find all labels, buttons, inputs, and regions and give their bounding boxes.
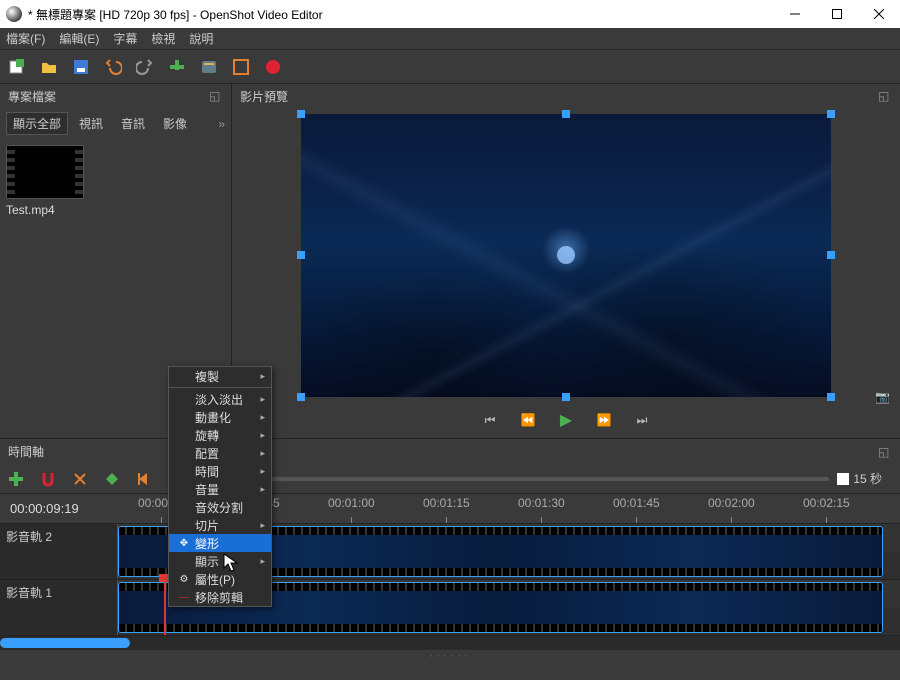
fast-forward-icon[interactable]: ⏩ (596, 413, 612, 427)
maximize-button[interactable] (816, 0, 858, 28)
undock-icon[interactable]: ◱ (209, 89, 223, 103)
ctx-layout[interactable]: 配置 (169, 444, 271, 462)
fullscreen-icon[interactable] (232, 58, 250, 76)
undock-preview-icon[interactable]: ◱ (878, 89, 892, 103)
transform-handle[interactable] (827, 110, 835, 118)
track-row: 影音軌 1 (0, 580, 900, 636)
undock-timeline-icon[interactable]: ◱ (878, 445, 892, 459)
timeline-title: 時間軸 (8, 443, 44, 460)
video-preview[interactable] (301, 114, 831, 397)
ctx-display[interactable]: 顯示 (169, 552, 271, 570)
track-row: 影音軌 2 (0, 524, 900, 580)
mouse-cursor-icon (223, 553, 239, 576)
project-files-title: 專案檔案 (8, 88, 56, 105)
marker-icon[interactable] (104, 471, 120, 487)
prev-marker-icon[interactable] (136, 471, 152, 487)
add-track-icon[interactable] (8, 471, 24, 487)
snap-icon[interactable] (40, 471, 56, 487)
timeline-scrollbar[interactable] (0, 636, 900, 650)
ctx-properties[interactable]: ⚙屬性(P) (169, 570, 271, 588)
rewind-icon[interactable]: ⏪ (520, 413, 536, 427)
ruler-tick-label: 00:01:45 (613, 496, 660, 510)
ctx-remove-clip[interactable]: —移除剪輯 (169, 588, 271, 606)
ruler-tick-label: 00:01:30 (518, 496, 565, 510)
file-name-label: Test.mp4 (6, 203, 84, 217)
tab-show-all[interactable]: 顯示全部 (6, 112, 68, 135)
zoom-slider[interactable] (178, 477, 829, 481)
minimize-button[interactable] (774, 0, 816, 28)
play-icon[interactable]: ▶ (558, 410, 574, 430)
minus-icon: — (177, 592, 191, 603)
undo-icon[interactable] (104, 58, 122, 76)
window-title: * 無標題專案 [HD 720p 30 fps] - OpenShot Vide… (28, 6, 774, 23)
ruler-tick-label: 00:01:00 (328, 496, 375, 510)
zoom-level-label: 15 秒 (853, 470, 882, 487)
zoom-indicator-icon (837, 473, 849, 485)
ctx-time[interactable]: 時間 (169, 462, 271, 480)
playhead-timecode: 00:00:09:19 (0, 494, 118, 523)
timeline-toolbar: 15 秒 (0, 464, 900, 494)
transport-controls: ⏮ ⏪ ▶ ⏩ ⏭ (232, 402, 900, 438)
transform-handle[interactable] (827, 393, 835, 401)
timeline-tracks: 影音軌 2 影音軌 1 ······ (0, 524, 900, 660)
transform-handle[interactable] (827, 251, 835, 259)
main-toolbar (0, 50, 900, 84)
ctx-slice[interactable]: 切片 (169, 516, 271, 534)
export-video-icon[interactable] (264, 58, 282, 76)
track-header[interactable]: 影音軌 1 (0, 580, 118, 635)
close-button[interactable] (858, 0, 900, 28)
profile-icon[interactable] (200, 58, 218, 76)
playhead[interactable] (164, 580, 166, 635)
transform-handle[interactable] (297, 251, 305, 259)
transform-handle[interactable] (562, 393, 570, 401)
ctx-copy[interactable]: 複製 (169, 367, 271, 385)
title-bar: * 無標題專案 [HD 720p 30 fps] - OpenShot Vide… (0, 0, 900, 28)
tab-audio[interactable]: 音訊 (114, 112, 152, 135)
ctx-transform[interactable]: ✥變形 (169, 534, 271, 552)
menu-bar: 檔案(F) 編輯(E) 字幕 檢視 說明 (0, 28, 900, 50)
ctx-split-audio[interactable]: 音效分割 (169, 498, 271, 516)
menu-file[interactable]: 檔案(F) (6, 30, 45, 47)
ruler-tick-label: 00:02:15 (803, 496, 850, 510)
track-label: 影音軌 1 (6, 584, 52, 601)
move-icon: ✥ (177, 538, 191, 549)
ruler-tick-label: 00:02:00 (708, 496, 755, 510)
app-logo-icon (6, 6, 22, 22)
jump-end-icon[interactable]: ⏭ (634, 413, 650, 428)
menu-help[interactable]: 說明 (189, 30, 213, 47)
ctx-fade[interactable]: 淡入淡出 (169, 390, 271, 408)
jump-start-icon[interactable]: ⏮ (482, 413, 498, 428)
import-files-icon[interactable] (168, 58, 186, 76)
transform-handle[interactable] (297, 110, 305, 118)
track-label: 影音軌 2 (6, 528, 52, 545)
save-project-icon[interactable] (72, 58, 90, 76)
menu-edit[interactable]: 編輯(E) (59, 30, 99, 47)
track-header[interactable]: 影音軌 2 (0, 524, 118, 579)
snapshot-icon[interactable]: 📷 (875, 390, 890, 404)
gear-icon: ⚙ (177, 574, 191, 585)
timeline-ruler[interactable]: 00:00:09:19 00:00:3000:00:4500:01:0000:0… (0, 494, 900, 524)
menu-view[interactable]: 檢視 (151, 30, 175, 47)
razor-icon[interactable] (72, 471, 88, 487)
clip-context-menu: 複製 淡入淡出 動畫化 旋轉 配置 時間 音量 音效分割 切片 ✥變形 顯示 ⚙… (168, 366, 272, 607)
transform-handle[interactable] (297, 393, 305, 401)
tab-video[interactable]: 視訊 (72, 112, 110, 135)
transform-center-handle[interactable] (557, 246, 575, 264)
menu-subtitle[interactable]: 字幕 (113, 30, 137, 47)
transform-handle[interactable] (562, 110, 570, 118)
preview-title: 影片預覽 (240, 88, 288, 105)
resize-gripper[interactable]: ······ (0, 650, 900, 660)
ctx-volume[interactable]: 音量 (169, 480, 271, 498)
file-thumbnail (6, 145, 84, 199)
tab-image[interactable]: 影像 (156, 112, 194, 135)
ruler-tick-label: 00:01:15 (423, 496, 470, 510)
ctx-rotate[interactable]: 旋轉 (169, 426, 271, 444)
open-project-icon[interactable] (40, 58, 58, 76)
tabs-overflow-icon[interactable]: » (218, 117, 225, 131)
ctx-animate[interactable]: 動畫化 (169, 408, 271, 426)
new-project-icon[interactable] (8, 58, 26, 76)
redo-icon[interactable] (136, 58, 154, 76)
project-file-item[interactable]: Test.mp4 (6, 145, 84, 217)
